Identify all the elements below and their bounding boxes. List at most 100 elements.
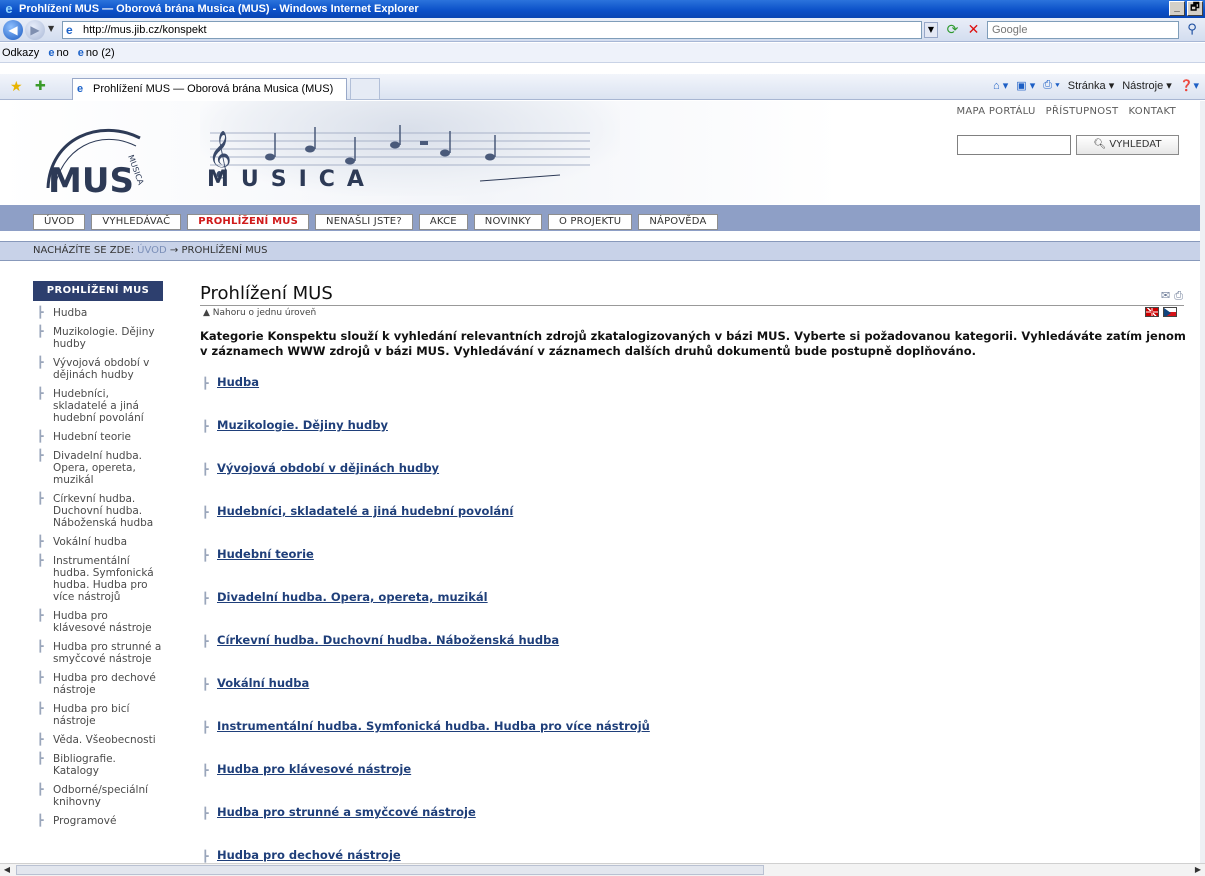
category-link[interactable]: Církevní hudba. Duchovní hudba. Nábožens… — [217, 633, 559, 647]
tree-icon: ┣ — [37, 733, 44, 746]
sidebar-item[interactable]: ┣ Hudba pro klávesové nástroje — [33, 610, 163, 635]
restore-button[interactable]: 🗗 — [1187, 1, 1203, 16]
search-icon[interactable]: ⚲ — [1182, 21, 1202, 39]
tree-icon: ┣ — [37, 671, 44, 684]
sidebar-item[interactable]: ┣ Hudebníci, skladatelé a jiná hudební po… — [33, 387, 163, 425]
sidebar-item[interactable]: ┣ Programové — [33, 815, 163, 828]
category-link[interactable]: Vokální hudba — [217, 676, 309, 690]
links-bar: Odkazy e no e no (2) — [0, 43, 1205, 63]
tree-icon: ┣ — [202, 506, 209, 519]
address-input[interactable]: e http://mus.jib.cz/konspekt — [62, 21, 922, 39]
web-page: MUS MUSICA 𝄞 MUSICA MAPA PORTÁLU PŘÍSTUP… — [0, 101, 1200, 863]
print-icon[interactable]: ⎙ — [1174, 289, 1183, 303]
sidebar-item[interactable]: ┣ Bibliografie. Katalogy — [33, 753, 163, 778]
mus-logo[interactable]: MUS MUSICA — [40, 118, 180, 198]
tree-icon: ┣ — [202, 420, 209, 433]
stop-icon[interactable]: ✕ — [964, 21, 983, 39]
category-link[interactable]: Vývojová období v dějinách hudby — [217, 461, 439, 475]
category-link[interactable]: Muzikologie. Dějiny hudby — [217, 418, 388, 432]
category-link[interactable]: Hudebníci, skladatelé a jiná hudební pov… — [217, 504, 513, 518]
tree-icon: ┣ — [202, 850, 209, 863]
forward-arrow-icon[interactable]: ▶ — [25, 20, 45, 40]
category-link[interactable]: Divadelní hudba. Opera, opereta, muzikál — [217, 590, 488, 604]
category-link[interactable]: Hudba — [217, 375, 259, 389]
page-ie-icon: e — [66, 23, 73, 37]
site-map-link[interactable]: MAPA PORTÁLU — [956, 106, 1035, 117]
print-icon[interactable]: ⎙ ▾ — [1043, 79, 1059, 92]
browser-search-input[interactable]: Google — [987, 21, 1179, 39]
sidebar-item[interactable]: ┣ Vokální hudba — [33, 536, 163, 549]
scrollbar-thumb[interactable] — [16, 865, 764, 875]
recent-pages-dropdown-icon[interactable]: ▼ — [48, 24, 54, 33]
category-item: ┣ Vývojová období v dějinách hudby — [200, 461, 650, 504]
horizontal-scrollbar[interactable]: ◀ ▶ — [0, 863, 1205, 876]
site-search-button[interactable]: 🔍︎ VYHLEDAT — [1076, 135, 1179, 155]
help-icon[interactable]: ❓▾ — [1180, 79, 1199, 92]
category-link[interactable]: Hudební teorie — [217, 547, 314, 561]
minimize-button[interactable]: _ — [1169, 1, 1185, 16]
category-link[interactable]: Hudba pro strunné a smyčcové nástroje — [217, 805, 476, 819]
sidebar-item[interactable]: ┣ Muzikologie. Dějiny hudby — [33, 326, 163, 351]
tools-menu[interactable]: Nástroje ▾ — [1122, 79, 1172, 92]
main-menu: ÚVOD VYHLEDÁVAČ PROHLÍŽENÍ MUS NENAŠLI J… — [0, 205, 1200, 231]
tree-icon: ┣ — [37, 449, 44, 462]
address-dropdown-icon[interactable]: ▼ — [924, 22, 938, 38]
link-no[interactable]: e no — [48, 47, 68, 59]
category-link[interactable]: Hudba pro klávesové nástroje — [217, 762, 411, 776]
up-one-level-link[interactable]: ▲ Nahoru o jednu úroveň — [203, 308, 316, 318]
menu-o-projektu[interactable]: O PROJEKTU — [547, 214, 633, 230]
ie-page-icon: e — [48, 47, 55, 59]
czech-flag-icon[interactable] — [1163, 307, 1177, 317]
home-icon[interactable]: ⌂ ▾ — [993, 79, 1008, 92]
sidebar-item[interactable]: ┣ Instrumentální hudba. Symfonická hudba.… — [33, 555, 163, 604]
tree-icon: ┣ — [37, 387, 44, 400]
accessibility-link[interactable]: PŘÍSTUPNOST — [1046, 106, 1119, 117]
menu-prohlizeni-mus[interactable]: PROHLÍŽENÍ MUS — [187, 214, 310, 230]
link-no-2[interactable]: e no (2) — [78, 47, 115, 59]
sidebar-item[interactable]: ┣ Hudba pro strunné a smyčcové nástroje — [33, 641, 163, 666]
email-icon[interactable]: ✉ — [1161, 289, 1170, 303]
page-title: Prohlížení MUS — [200, 283, 333, 304]
sidebar-item[interactable]: ┣ Odborné/speciální knihovny — [33, 784, 163, 809]
sidebar-item[interactable]: ┣ Vývojová období v dějinách hudby — [33, 357, 163, 382]
category-item: ┣ Instrumentální hudba. Symfonická hudba.… — [200, 719, 650, 762]
site-search-input[interactable] — [957, 135, 1071, 155]
tree-icon: ┣ — [202, 635, 209, 648]
tab-active[interactable]: e Prohlížení MUS — Oborová brána Musica … — [72, 78, 347, 100]
scroll-right-icon[interactable]: ▶ — [1191, 864, 1205, 876]
refresh-icon[interactable]: ⟳ — [943, 21, 962, 39]
sidebar-item[interactable]: ┣ Hudba — [33, 307, 163, 320]
sidebar-item[interactable]: ┣ Hudební teorie — [33, 431, 163, 444]
scroll-left-icon[interactable]: ◀ — [0, 864, 14, 876]
tools-menu-label: Nástroje — [1122, 80, 1164, 92]
back-arrow-icon[interactable]: ◀ — [3, 20, 23, 40]
breadcrumb-home-link[interactable]: ÚVOD — [137, 245, 167, 256]
top-links: MAPA PORTÁLU PŘÍSTUPNOST KONTAKT — [956, 106, 1176, 117]
category-item: ┣ Muzikologie. Dějiny hudby — [200, 418, 650, 461]
english-flag-icon[interactable] — [1145, 307, 1159, 317]
menu-vyhledavac[interactable]: VYHLEDÁVAČ — [91, 214, 182, 230]
add-favorite-icon[interactable]: ✚ — [35, 79, 46, 94]
vertical-scrollbar[interactable] — [1200, 101, 1205, 876]
new-tab-button[interactable] — [350, 78, 380, 100]
category-item: ┣ Hudba pro klávesové nástroje — [200, 762, 650, 805]
sidebar-item[interactable]: ┣ Věda. Všeobecnosti — [33, 733, 163, 747]
page-menu[interactable]: Stránka ▾ — [1068, 79, 1115, 92]
menu-uvod[interactable]: ÚVOD — [33, 214, 86, 230]
tree-icon: ┣ — [202, 377, 209, 390]
sidebar-item[interactable]: ┣ Církevní hudba. Duchovní hudba. Nábožen… — [33, 493, 163, 530]
search-icon: 🔍︎ — [1093, 139, 1107, 150]
contact-link[interactable]: KONTAKT — [1128, 106, 1176, 117]
category-link[interactable]: Hudba pro dechové nástroje — [217, 848, 401, 862]
favorites-star-icon[interactable]: ★ — [10, 79, 23, 95]
sidebar-item[interactable]: ┣ Hudba pro bicí nástroje — [33, 703, 163, 728]
tree-icon: ┣ — [202, 463, 209, 476]
menu-akce[interactable]: AKCE — [418, 214, 468, 230]
sidebar-item[interactable]: ┣ Divadelní hudba. Opera, opereta, muziká… — [33, 449, 163, 487]
menu-nenasli-jste[interactable]: NENAŠLI JSTE? — [315, 214, 413, 230]
category-link[interactable]: Instrumentální hudba. Symfonická hudba. … — [217, 719, 650, 733]
menu-novinky[interactable]: NOVINKY — [473, 214, 542, 230]
sidebar-item[interactable]: ┣ Hudba pro dechové nástroje — [33, 671, 163, 697]
menu-napoveda[interactable]: NÁPOVĚDA — [638, 214, 718, 230]
feeds-icon[interactable]: ▣ ▾ — [1016, 79, 1035, 92]
